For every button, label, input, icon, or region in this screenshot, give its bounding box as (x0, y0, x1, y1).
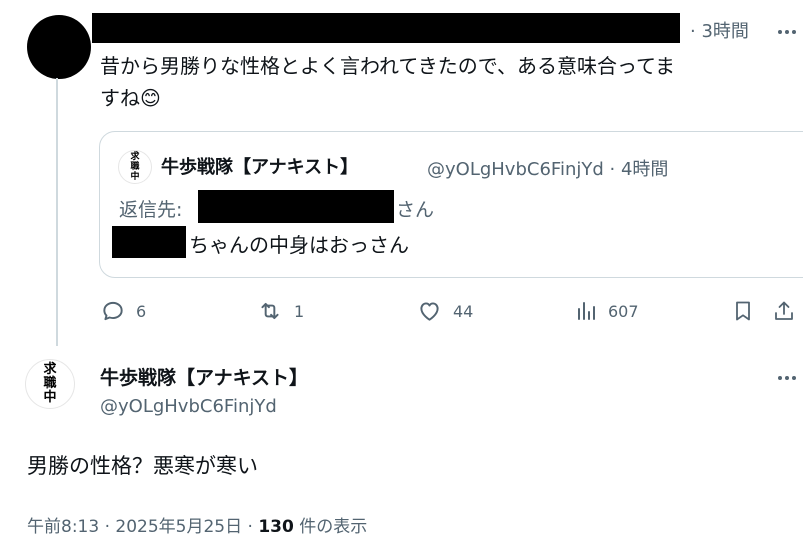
reply-text-line1: 昔から男勝りな性格とよく言われてきたので、ある意味合ってま (100, 54, 675, 78)
quote-avatar[interactable]: 求 職 中 (118, 150, 152, 184)
view-count: 607 (608, 301, 639, 321)
reply-button[interactable]: 6 (100, 298, 146, 324)
quote-handle-time[interactable]: @yOLgHvbC6FinjYd · 4時間 (427, 155, 668, 181)
bar-chart-icon (578, 302, 595, 320)
redacted-mention (112, 226, 186, 258)
reply-text: 昔から男勝りな性格とよく言われてきたので、ある意味合ってま すね😊 (100, 50, 800, 114)
main-tweet-text: 男勝の性格？悪寒が寒い (27, 454, 258, 478)
quote-card[interactable]: 求 職 中 牛歩戦隊【アナキスト】 @yOLgHvbC6FinjYd · 4時間… (99, 131, 803, 278)
like-count: 44 (453, 301, 474, 321)
reply-count: 6 (136, 301, 147, 321)
redacted-reply-target (198, 190, 394, 223)
share-icon (775, 301, 793, 320)
retweet-button[interactable]: 1 (256, 298, 304, 324)
views-button[interactable]: 607 (574, 298, 639, 324)
heart-icon (420, 302, 439, 321)
quote-author-name[interactable]: 牛歩戦隊【アナキスト】 (161, 153, 358, 179)
more-options-icon[interactable] (778, 30, 796, 34)
redacted-name (92, 13, 680, 43)
thread-line (56, 78, 58, 346)
main-more-options-icon[interactable] (778, 376, 796, 380)
impression-suffix: 件の表示 (293, 517, 368, 537)
retweet-count: 1 (294, 301, 305, 321)
reply-text-line2: すね (100, 86, 140, 110)
share-button[interactable] (772, 298, 796, 324)
avatar[interactable] (27, 15, 91, 79)
bookmark-icon (736, 301, 750, 321)
main-avatar[interactable]: 求 職 中 (25, 359, 75, 409)
tweet-meta: 午前8:13 · 2025年5月25日 · 130 件の表示 (27, 512, 367, 537)
main-author-name[interactable]: 牛歩戦隊【アナキスト】 (100, 363, 308, 390)
smiling-face-emoji: 😊 (140, 86, 161, 110)
reply-to-suffix: さん (396, 199, 435, 221)
timestamp[interactable]: 午前8:13 · 2025年5月25日 · (27, 517, 258, 537)
retweet-icon (261, 302, 279, 320)
bookmark-button[interactable] (731, 298, 755, 324)
reply-time[interactable]: · 3時間 (690, 17, 749, 43)
like-button[interactable]: 44 (416, 298, 473, 324)
reply-to-label: 返信先: (119, 199, 183, 221)
quote-text: ちゃんの中身はおっさん (189, 233, 409, 257)
impression-count: 130 (258, 517, 294, 537)
reply-icon (103, 301, 123, 321)
main-author-handle[interactable]: @yOLgHvbC6FinjYd (100, 396, 277, 417)
